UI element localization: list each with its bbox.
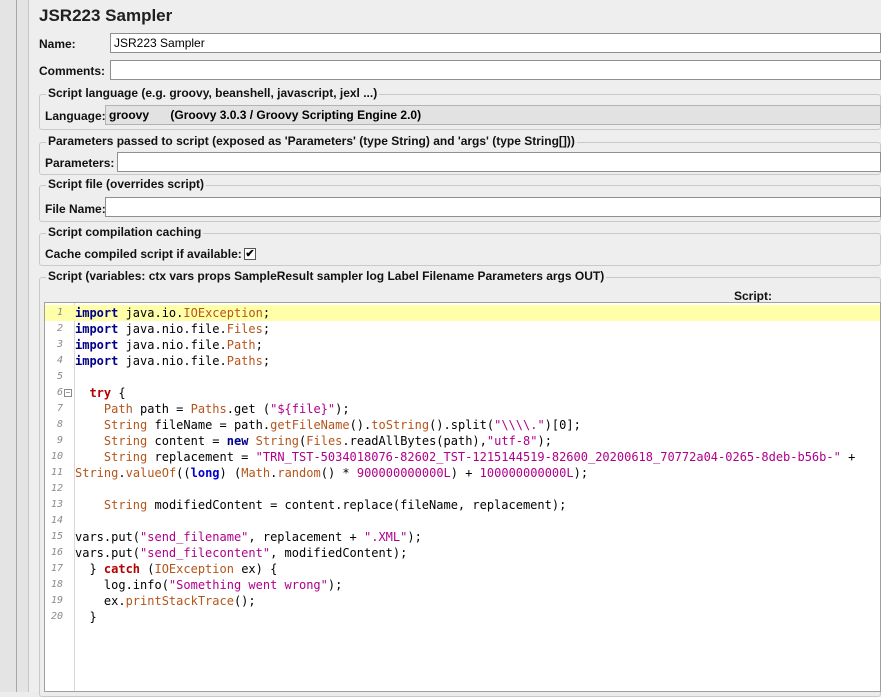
code-text: String modifiedContent = content.replace… <box>103 498 567 512</box>
parameters-label: Parameters: <box>45 156 115 170</box>
line-number: 16 <box>50 547 63 558</box>
code-text: } catch (IOException ex) { <box>75 562 278 576</box>
language-label: Language: <box>45 109 106 123</box>
line-number: 14 <box>50 515 63 526</box>
line-number: 11 <box>50 467 63 478</box>
code-line[interactable]: 1 import java.io.IOException; <box>45 305 880 321</box>
script-language-group-title: Script language (e.g. groovy, beanshell,… <box>46 86 380 100</box>
line-number: 10 <box>50 451 63 462</box>
code-line[interactable]: 10 String replacement = "TRN_TST-5034018… <box>45 449 880 465</box>
code-line[interactable]: 7 Path path = Paths.get ("${file}"); <box>45 401 880 417</box>
sampler-config-panel: JSR223 Sampler Name: JSR223 Sampler Comm… <box>29 0 881 697</box>
code-text: vars.put("send_filecontent", modifiedCon… <box>75 546 408 560</box>
code-text: String fileName = path.getFileName().toS… <box>103 418 581 432</box>
code-text: } <box>75 610 97 624</box>
code-text: log.info("Something went wrong"); <box>75 578 343 592</box>
line-number: 5 <box>56 371 63 382</box>
code-line[interactable]: 3 import java.nio.file.Path; <box>45 337 880 353</box>
code-line[interactable]: 9 String content = new String(Files.read… <box>45 433 880 449</box>
parameters-field[interactable] <box>117 152 881 172</box>
code-text: String content = new String(Files.readAl… <box>103 434 552 448</box>
code-line[interactable]: 20 } <box>45 609 880 625</box>
code-text: import java.io.IOException; <box>75 306 271 320</box>
language-select[interactable]: groovy (Groovy 3.0.3 / Groovy Scripting … <box>105 105 881 125</box>
compilation-caching-group: Script compilation caching Cache compile… <box>39 225 881 266</box>
engine-version: (Groovy 3.0.3 / Groovy Scripting Engine … <box>170 108 422 122</box>
script-file-group-title: Script file (overrides script) <box>46 177 207 191</box>
line-number: 15 <box>50 531 63 542</box>
file-name-label: File Name: <box>45 202 106 216</box>
fold-collapse-icon[interactable]: − <box>64 389 72 397</box>
line-number: 1 <box>56 307 63 318</box>
code-line[interactable]: 19 ex.printStackTrace(); <box>45 593 880 609</box>
code-line[interactable]: 4 import java.nio.file.Paths; <box>45 353 880 369</box>
code-line[interactable]: 16 vars.put("send_filecontent", modifiedC… <box>45 545 880 561</box>
code-text: Path path = Paths.get ("${file}"); <box>103 402 350 416</box>
line-number: 17 <box>50 563 63 574</box>
code-line[interactable]: 2 import java.nio.file.Files; <box>45 321 880 337</box>
line-number: 18 <box>50 579 63 590</box>
parameters-group: Parameters passed to script (exposed as … <box>39 134 881 175</box>
code-line[interactable]: 8 String fileName = path.getFileName().t… <box>45 417 880 433</box>
code-text: import java.nio.file.Path; <box>75 338 263 352</box>
script-file-group: Script file (overrides script) File Name… <box>39 177 881 222</box>
language-value: groovy <box>109 108 150 122</box>
line-number: 4 <box>56 355 63 366</box>
parameters-group-title: Parameters passed to script (exposed as … <box>46 134 577 148</box>
code-text: try { <box>89 386 126 400</box>
code-line[interactable]: 5 <box>45 369 880 385</box>
line-number: 3 <box>56 339 63 350</box>
line-number: 13 <box>50 499 63 510</box>
name-field[interactable]: JSR223 Sampler <box>110 33 881 53</box>
code-line[interactable]: 18 log.info("Something went wrong"); <box>45 577 880 593</box>
script-group-title: Script (variables: ctx vars props Sample… <box>46 269 607 283</box>
tree-panel-edge <box>0 0 28 692</box>
code-line[interactable]: 15 vars.put("send_filename", replacement … <box>45 529 880 545</box>
line-number: 20 <box>50 611 63 622</box>
code-text: import java.nio.file.Paths; <box>75 354 271 368</box>
code-text: import java.nio.file.Files; <box>75 322 271 336</box>
file-name-field[interactable] <box>105 197 881 217</box>
splitter-line <box>16 0 17 692</box>
cache-checkbox[interactable]: ✔ <box>244 248 256 260</box>
comments-label: Comments: <box>39 64 106 78</box>
line-number: 2 <box>56 323 63 334</box>
code-text: String.valueOf((long) (Math.random() * 9… <box>75 466 589 480</box>
code-text: vars.put("send_filename", replacement + … <box>75 530 422 544</box>
line-number: 9 <box>56 435 63 446</box>
name-label: Name: <box>39 37 76 51</box>
compilation-caching-group-title: Script compilation caching <box>46 225 204 239</box>
code-line[interactable]: 12 <box>45 481 880 497</box>
page-title: JSR223 Sampler <box>39 6 173 25</box>
line-number: 12 <box>50 483 63 494</box>
code-line[interactable]: 17 } catch (IOException ex) { <box>45 561 880 577</box>
code-line[interactable]: 11 String.valueOf((long) (Math.random() *… <box>45 465 880 481</box>
line-number: 7 <box>56 403 63 414</box>
script-language-group: Script language (e.g. groovy, beanshell,… <box>39 86 881 130</box>
line-number: 19 <box>50 595 63 606</box>
line-number: 6 <box>56 387 63 398</box>
script-editor[interactable]: 1 import java.io.IOException; 2 import java… <box>44 302 881 692</box>
line-number: 8 <box>56 419 63 430</box>
code-text: ex.printStackTrace(); <box>75 594 256 608</box>
script-label: Script: <box>734 289 773 303</box>
code-text: String replacement = "TRN_TST-5034018076… <box>103 450 856 464</box>
code-line[interactable]: 6− try { <box>45 385 880 401</box>
comments-field[interactable] <box>110 60 881 80</box>
cache-label: Cache compiled script if available: <box>45 247 242 261</box>
code-line[interactable]: 13 String modifiedContent = content.repl… <box>45 497 880 513</box>
code-line[interactable]: 14 <box>45 513 880 529</box>
